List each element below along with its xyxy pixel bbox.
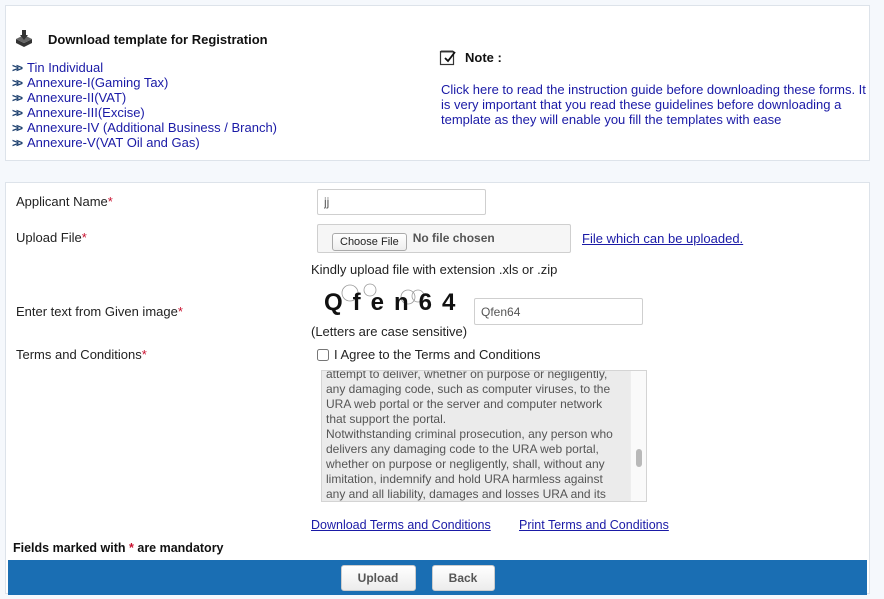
mandatory-note-prefix: Fields marked with bbox=[13, 541, 130, 555]
download-terms-link[interactable]: Download Terms and Conditions bbox=[311, 518, 491, 532]
file-extension-hint: Kindly upload file with extension .xls o… bbox=[311, 262, 558, 277]
instruction-guide-link[interactable]: Click here to read the instruction guide… bbox=[441, 82, 866, 127]
required-marker: * bbox=[107, 194, 113, 209]
agree-terms-checkbox[interactable] bbox=[317, 348, 329, 361]
template-link-annexure-i[interactable]: >> Annexure-I(Gaming Tax) bbox=[12, 75, 277, 90]
template-link-label: Annexure-I(Gaming Tax) bbox=[27, 75, 169, 90]
double-chevron-right-icon: >> bbox=[12, 75, 23, 90]
double-chevron-right-icon: >> bbox=[12, 105, 23, 120]
template-link-annexure-v[interactable]: >> Annexure-V(VAT Oil and Gas) bbox=[12, 135, 277, 150]
choose-file-button[interactable]: Choose File bbox=[332, 232, 407, 251]
applicant-name-label-text: Applicant Name bbox=[16, 194, 108, 209]
print-terms-link[interactable]: Print Terms and Conditions bbox=[519, 518, 669, 532]
terms-scrollbar[interactable] bbox=[630, 371, 646, 501]
agree-terms-option[interactable]: I Agree to the Terms and Conditions bbox=[317, 347, 540, 362]
terms-textarea[interactable]: attempt to deliver, whether on purpose o… bbox=[321, 370, 647, 502]
upload-button[interactable]: Upload bbox=[340, 564, 416, 591]
download-section-title: Download template for Registration bbox=[48, 31, 268, 47]
captcha-label-text: Enter text from Given image bbox=[16, 304, 178, 319]
file-status: No file chosen bbox=[412, 230, 495, 245]
template-link-list: >> Tin Individual >> Annexure-I(Gaming T… bbox=[12, 60, 277, 150]
template-link-annexure-iii[interactable]: >> Annexure-III(Excise) bbox=[12, 105, 277, 120]
required-marker: * bbox=[81, 230, 87, 245]
download-section-heading: Download template for Registration bbox=[14, 30, 268, 48]
template-link-label: Annexure-V(VAT Oil and Gas) bbox=[27, 135, 200, 150]
captcha-input[interactable] bbox=[474, 298, 643, 325]
template-link-label: Tin Individual bbox=[27, 60, 104, 75]
captcha-label: Enter text from Given image* bbox=[16, 304, 183, 319]
applicant-name-input[interactable] bbox=[317, 189, 486, 215]
double-chevron-right-icon: >> bbox=[12, 120, 23, 135]
double-chevron-right-icon: >> bbox=[12, 135, 23, 150]
note-heading: Note : bbox=[439, 49, 502, 66]
terms-label: Terms and Conditions* bbox=[16, 347, 147, 362]
template-link-annexure-ii[interactable]: >> Annexure-II(VAT) bbox=[12, 90, 277, 105]
download-templates-panel: Download template for Registration >> Ti… bbox=[5, 5, 870, 161]
form-action-bar: Upload Back bbox=[8, 560, 867, 595]
terms-text: attempt to deliver, whether on purpose o… bbox=[326, 370, 613, 501]
double-chevron-right-icon: >> bbox=[12, 90, 23, 105]
mandatory-fields-note: Fields marked with * are mandatory bbox=[13, 541, 224, 555]
mandatory-note-suffix: are mandatory bbox=[133, 541, 224, 555]
applicant-name-label: Applicant Name* bbox=[16, 194, 113, 209]
file-upload-input[interactable]: Choose File No file chosen bbox=[317, 224, 571, 253]
notepad-check-icon bbox=[439, 49, 457, 66]
agree-terms-label: I Agree to the Terms and Conditions bbox=[334, 347, 541, 362]
required-marker: * bbox=[141, 347, 147, 362]
double-chevron-right-icon: >> bbox=[12, 60, 23, 75]
scrollbar-thumb[interactable] bbox=[636, 449, 642, 467]
captcha-text: Qfen64 bbox=[324, 289, 465, 316]
terms-label-text: Terms and Conditions bbox=[16, 347, 142, 362]
captcha-image: Qfen64 bbox=[316, 281, 466, 317]
case-sensitive-hint: (Letters are case sensitive) bbox=[311, 324, 468, 339]
registration-upload-form: Applicant Name* Upload File* Choose File… bbox=[5, 182, 870, 595]
upload-file-label-text: Upload File bbox=[16, 230, 82, 245]
template-link-label: Annexure-IV (Additional Business / Branc… bbox=[27, 120, 278, 135]
upload-file-label: Upload File* bbox=[16, 230, 87, 245]
template-link-label: Annexure-II(VAT) bbox=[27, 90, 127, 105]
download-tray-icon bbox=[14, 30, 34, 48]
note-title: Note : bbox=[465, 50, 502, 65]
back-button[interactable]: Back bbox=[431, 564, 495, 591]
required-marker: * bbox=[177, 304, 183, 319]
template-link-tin-individual[interactable]: >> Tin Individual bbox=[12, 60, 277, 75]
template-link-label: Annexure-III(Excise) bbox=[27, 105, 145, 120]
template-link-annexure-iv[interactable]: >> Annexure-IV (Additional Business / Br… bbox=[12, 120, 277, 135]
allowed-files-link[interactable]: File which can be uploaded. bbox=[582, 231, 743, 246]
